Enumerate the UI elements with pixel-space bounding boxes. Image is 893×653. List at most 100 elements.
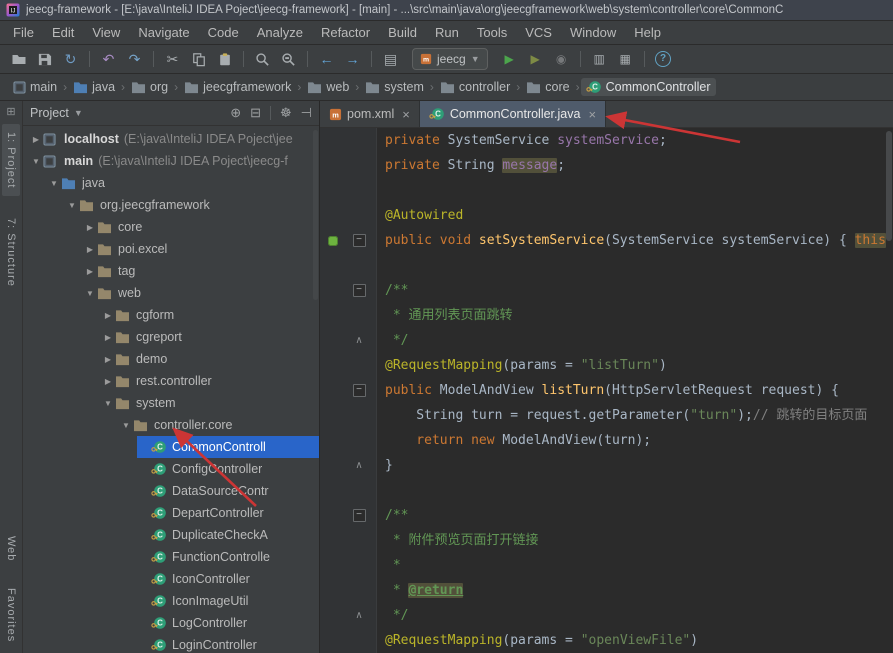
replace-icon[interactable] [276, 48, 301, 70]
toolwindow-button-7-structure[interactable]: 7: Structure [2, 210, 20, 295]
tree-item-poi-excel[interactable]: ▶poi.excel [23, 238, 319, 260]
tree-item-rest-controller[interactable]: ▶rest.controller [23, 370, 319, 392]
tree-expanded-arrow[interactable]: ▼ [29, 157, 43, 166]
tree-item-iconimageutil[interactable]: CIconImageUtil [23, 590, 319, 612]
grid-icon[interactable]: ▦ [613, 48, 638, 70]
breadcrumb-item-controller[interactable]: controller [435, 78, 515, 96]
tree-item-datasourcecontr[interactable]: CDataSourceContr [23, 480, 319, 502]
tree-item-controller-core[interactable]: ▼controller.core [23, 414, 319, 436]
cut-icon[interactable]: ✂ [160, 48, 185, 70]
copy-icon[interactable] [186, 48, 211, 70]
editor-scrollbar[interactable] [886, 131, 892, 241]
tree-item-cgform[interactable]: ▶cgform [23, 304, 319, 326]
editor-area[interactable]: mpom.xml×CCommonController.java× − − ∧ − ∧ − ∧… [320, 101, 893, 653]
menu-tools[interactable]: Tools [468, 23, 516, 42]
locate-icon[interactable]: ⊕ [230, 105, 241, 121]
tree-collapsed-arrow[interactable]: ▶ [101, 311, 115, 320]
tree-item-web[interactable]: ▼web [23, 282, 319, 304]
tree-collapsed-arrow[interactable]: ▶ [83, 245, 97, 254]
breadcrumb-item-web[interactable]: web [302, 78, 354, 96]
forward-icon[interactable]: → [340, 48, 365, 70]
fold-end-icon[interactable]: ∧ [355, 335, 362, 346]
tree-collapsed-arrow[interactable]: ▶ [101, 333, 115, 342]
tree-item-duplicatechecka[interactable]: CDuplicateCheckA [23, 524, 319, 546]
breadcrumb-item-system[interactable]: system [360, 78, 429, 96]
tree-item-commoncontroll[interactable]: CCommonControll [23, 436, 319, 458]
menu-help[interactable]: Help [625, 23, 670, 42]
tree-item-system[interactable]: ▼system [23, 392, 319, 414]
breadcrumb-item-main[interactable]: main [8, 78, 62, 96]
tree-expanded-arrow[interactable]: ▼ [101, 399, 115, 408]
tree-item-logcontroller[interactable]: CLogController [23, 612, 319, 634]
tree-expanded-arrow[interactable]: ▼ [65, 201, 79, 210]
back-icon[interactable]: ← [314, 48, 339, 70]
tree-item-logincontroller[interactable]: CLoginController [23, 634, 319, 653]
tree-expanded-arrow[interactable]: ▼ [119, 421, 133, 430]
fold-collapse-icon[interactable]: − [353, 509, 366, 522]
menu-edit[interactable]: Edit [43, 23, 83, 42]
project-tree-scrollbar[interactable] [313, 130, 318, 300]
menu-build[interactable]: Build [379, 23, 426, 42]
project-view-selector[interactable]: Project ▼ [30, 106, 83, 120]
close-tab-icon[interactable]: × [588, 107, 596, 122]
fold-collapse-icon[interactable]: − [353, 384, 366, 397]
tree-item-departcontroller[interactable]: CDepartController [23, 502, 319, 524]
tree-item-iconcontroller[interactable]: CIconController [23, 568, 319, 590]
menu-navigate[interactable]: Navigate [129, 23, 198, 42]
tree-collapsed-arrow[interactable]: ▶ [83, 267, 97, 276]
fold-collapse-icon[interactable]: − [353, 234, 366, 247]
tree-collapsed-arrow[interactable]: ▶ [29, 135, 43, 144]
tree-item-java[interactable]: ▼java [23, 172, 319, 194]
show-toolwindows-icon[interactable]: ⊞ [6, 105, 15, 118]
menu-view[interactable]: View [83, 23, 129, 42]
menu-window[interactable]: Window [561, 23, 625, 42]
redo-icon[interactable]: ↷ [122, 48, 147, 70]
tree-item-org-jeecgframework[interactable]: ▼org.jeecgframework [23, 194, 319, 216]
breadcrumb-item-java[interactable]: java [68, 78, 120, 96]
menu-file[interactable]: File [4, 23, 43, 42]
toolwindow-button-1-project[interactable]: 1: Project [2, 124, 20, 196]
breadcrumb-item-org[interactable]: org [126, 78, 173, 96]
tree-item-configcontroller[interactable]: CConfigController [23, 458, 319, 480]
breadcrumb-item-core[interactable]: core [521, 78, 574, 96]
tree-item-demo[interactable]: ▶demo [23, 348, 319, 370]
menu-code[interactable]: Code [199, 23, 248, 42]
paste-icon[interactable] [212, 48, 237, 70]
profiler-icon[interactable]: ◉ [549, 48, 574, 70]
fold-end-icon[interactable]: ∧ [355, 610, 362, 621]
code-editor[interactable]: − − ∧ − ∧ − ∧ private SystemService systemServ… [320, 128, 893, 653]
settings-icon[interactable]: ☸ [280, 105, 292, 121]
tree-expanded-arrow[interactable]: ▼ [83, 289, 97, 298]
find-icon[interactable] [250, 48, 275, 70]
toolwindow-button-web[interactable]: Web [2, 528, 20, 569]
coverage-icon[interactable]: ▶ [523, 48, 548, 70]
menu-vcs[interactable]: VCS [516, 23, 561, 42]
sync-icon[interactable]: ↻ [58, 48, 83, 70]
fold-collapse-icon[interactable]: − [353, 284, 366, 297]
tree-item-functioncontrolle[interactable]: CFunctionControlle [23, 546, 319, 568]
spring-bean-gutter-icon[interactable] [328, 236, 338, 246]
save-icon[interactable] [32, 48, 57, 70]
breadcrumb-item-jeecgframework[interactable]: jeecgframework [179, 78, 296, 96]
tree-item-main[interactable]: ▼main(E:\java\InteliJ IDEA Poject\jeecg-… [23, 150, 319, 172]
tree-item-core[interactable]: ▶core [23, 216, 319, 238]
editor-tab-commoncontroller-java[interactable]: CCommonController.java× [420, 101, 606, 127]
history-icon[interactable]: ▤ [378, 48, 403, 70]
code-area[interactable]: private SystemService systemService;priv… [377, 128, 893, 653]
tree-collapsed-arrow[interactable]: ▶ [101, 377, 115, 386]
open-icon[interactable] [6, 48, 31, 70]
editor-tab-pom-xml[interactable]: mpom.xml× [320, 101, 420, 127]
menu-refactor[interactable]: Refactor [312, 23, 379, 42]
help-icon[interactable]: ? [651, 48, 676, 70]
close-tab-icon[interactable]: × [402, 107, 410, 122]
run-icon[interactable]: ▶ [497, 48, 522, 70]
menu-analyze[interactable]: Analyze [248, 23, 312, 42]
tree-item-tag[interactable]: ▶tag [23, 260, 319, 282]
events-icon[interactable]: ▥ [587, 48, 612, 70]
toolwindow-button-favorites[interactable]: Favorites [2, 580, 20, 650]
tree-item-cgreport[interactable]: ▶cgreport [23, 326, 319, 348]
menu-run[interactable]: Run [426, 23, 468, 42]
fold-end-icon[interactable]: ∧ [355, 460, 362, 471]
tree-item-localhost[interactable]: ▶localhost(E:\java\InteliJ IDEA Poject\j… [23, 128, 319, 150]
collapse-all-icon[interactable]: ⊟ [250, 105, 261, 121]
